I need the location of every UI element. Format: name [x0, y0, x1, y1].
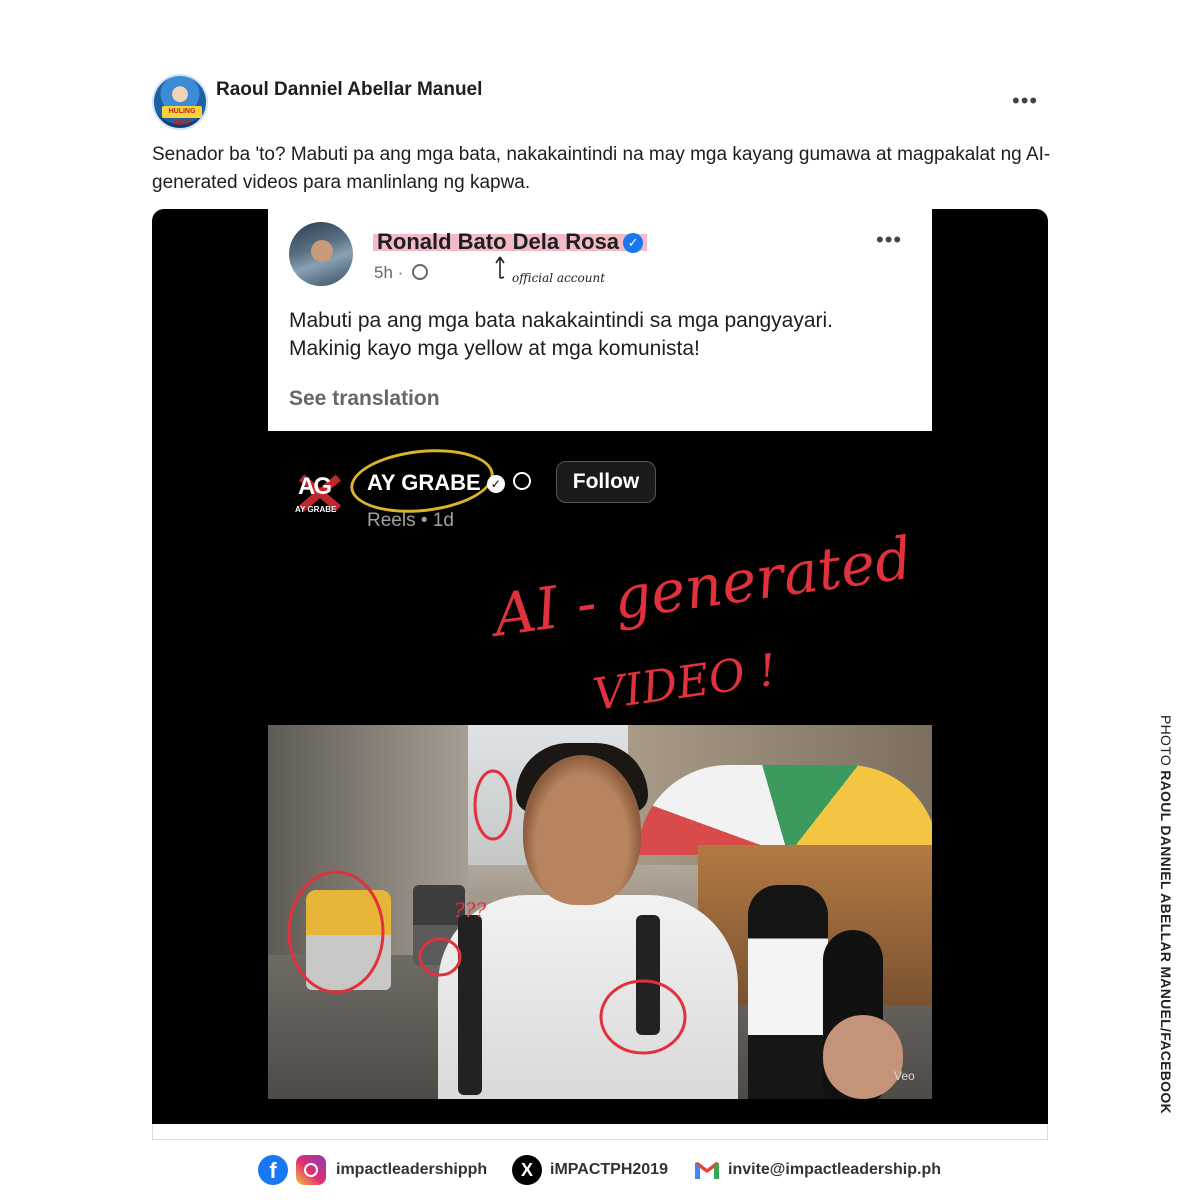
reel-page-name: AY GRABE ✓	[367, 470, 531, 496]
embedded-post-time: 5h	[374, 263, 393, 282]
avatar-badge: HULING HIRIT	[162, 106, 202, 127]
post-header: HULING HIRIT Raoul Danniel Abellar Manue…	[152, 74, 1052, 134]
post-more-options-icon[interactable]: •••	[1012, 88, 1038, 114]
question-marks-annotation: ???	[454, 898, 486, 922]
reel-globe-icon	[512, 472, 531, 490]
ai-generated-annotation-line1: AI - generated	[484, 524, 916, 651]
globe-icon	[412, 264, 429, 280]
video-red-circle-annotations: ???	[287, 769, 687, 1055]
embedded-author-name: Ronald Bato Dela Rosa ✓	[373, 229, 648, 255]
photo-credit-name: RAOUL DANNIEL ABELLAR MANUEL/FACEBOOK	[1158, 770, 1174, 1114]
follow-button: Follow	[556, 461, 656, 503]
post-author-name[interactable]: Raoul Danniel Abellar Manuel	[216, 79, 482, 101]
embedded-author-avatar	[289, 222, 353, 286]
footer-email[interactable]: invite@impactleadership.ph	[728, 1161, 941, 1179]
verified-badge-icon: ✓	[623, 233, 644, 253]
instagram-icon[interactable]	[296, 1155, 326, 1185]
ay-grabe-logo-subtext: AY GRABE	[295, 505, 337, 514]
gmail-icon[interactable]	[692, 1155, 722, 1185]
official-account-annotation: official account	[512, 271, 606, 285]
ay-grabe-logo-text: AG	[298, 473, 332, 500]
reel-page-name-text: AY GRABE	[367, 470, 481, 495]
media-bottom-edge	[152, 1124, 1048, 1140]
see-translation-link: See translation	[289, 387, 440, 410]
post-media-image[interactable]: Ronald Bato Dela Rosa ✓ 5h · official acc…	[152, 209, 1048, 1124]
embedded-author-name-text: Ronald Bato Dela Rosa	[377, 229, 620, 254]
x-icon[interactable]: X	[512, 1155, 542, 1185]
reel-verified-icon: ✓	[486, 475, 505, 493]
embedded-post-text: Mabuti pa ang mga bata nakakaintindi sa …	[289, 307, 919, 363]
annotation-arrow-icon	[495, 256, 505, 279]
facebook-icon[interactable]: f	[258, 1155, 288, 1185]
reel-meta: Reels • 1d	[367, 510, 454, 531]
embedded-post-meta: 5h ·	[374, 263, 429, 283]
footer-socials: f impactleadershipph X iMPACTPH2019 invi…	[258, 1152, 958, 1188]
reel-video-frame: Veo ???	[268, 725, 932, 1099]
embedded-post-text-line1: Mabuti pa ang mga bata nakakaintindi sa …	[289, 309, 834, 332]
photo-credit-text: PHOTO RAOUL DANNIEL ABELLAR MANUEL/FACEB…	[1158, 715, 1174, 1114]
embedded-post-text-line2: Makinig kayo mga yellow at mga komunista…	[289, 337, 700, 360]
post-caption: Senador ba 'to? Mabuti pa ang mga bata, …	[152, 144, 1051, 193]
embedded-post-card: Ronald Bato Dela Rosa ✓ 5h · official acc…	[268, 209, 932, 431]
author-avatar[interactable]: HULING HIRIT	[152, 74, 208, 130]
photo-credit-prefix: PHOTO	[1158, 715, 1174, 771]
footer-handle-x[interactable]: iMPACTPH2019	[550, 1161, 668, 1179]
footer-handle-fb-ig[interactable]: impactleadershipph	[336, 1161, 487, 1179]
embedded-more-options-icon: •••	[876, 227, 903, 252]
photo-credit: PHOTO RAOUL DANNIEL ABELLAR MANUEL/FACEB…	[1158, 715, 1182, 1145]
ay-grabe-logo: AG AY GRABE	[292, 465, 346, 519]
ai-generated-annotation-line2: VIDEO !	[590, 645, 780, 721]
